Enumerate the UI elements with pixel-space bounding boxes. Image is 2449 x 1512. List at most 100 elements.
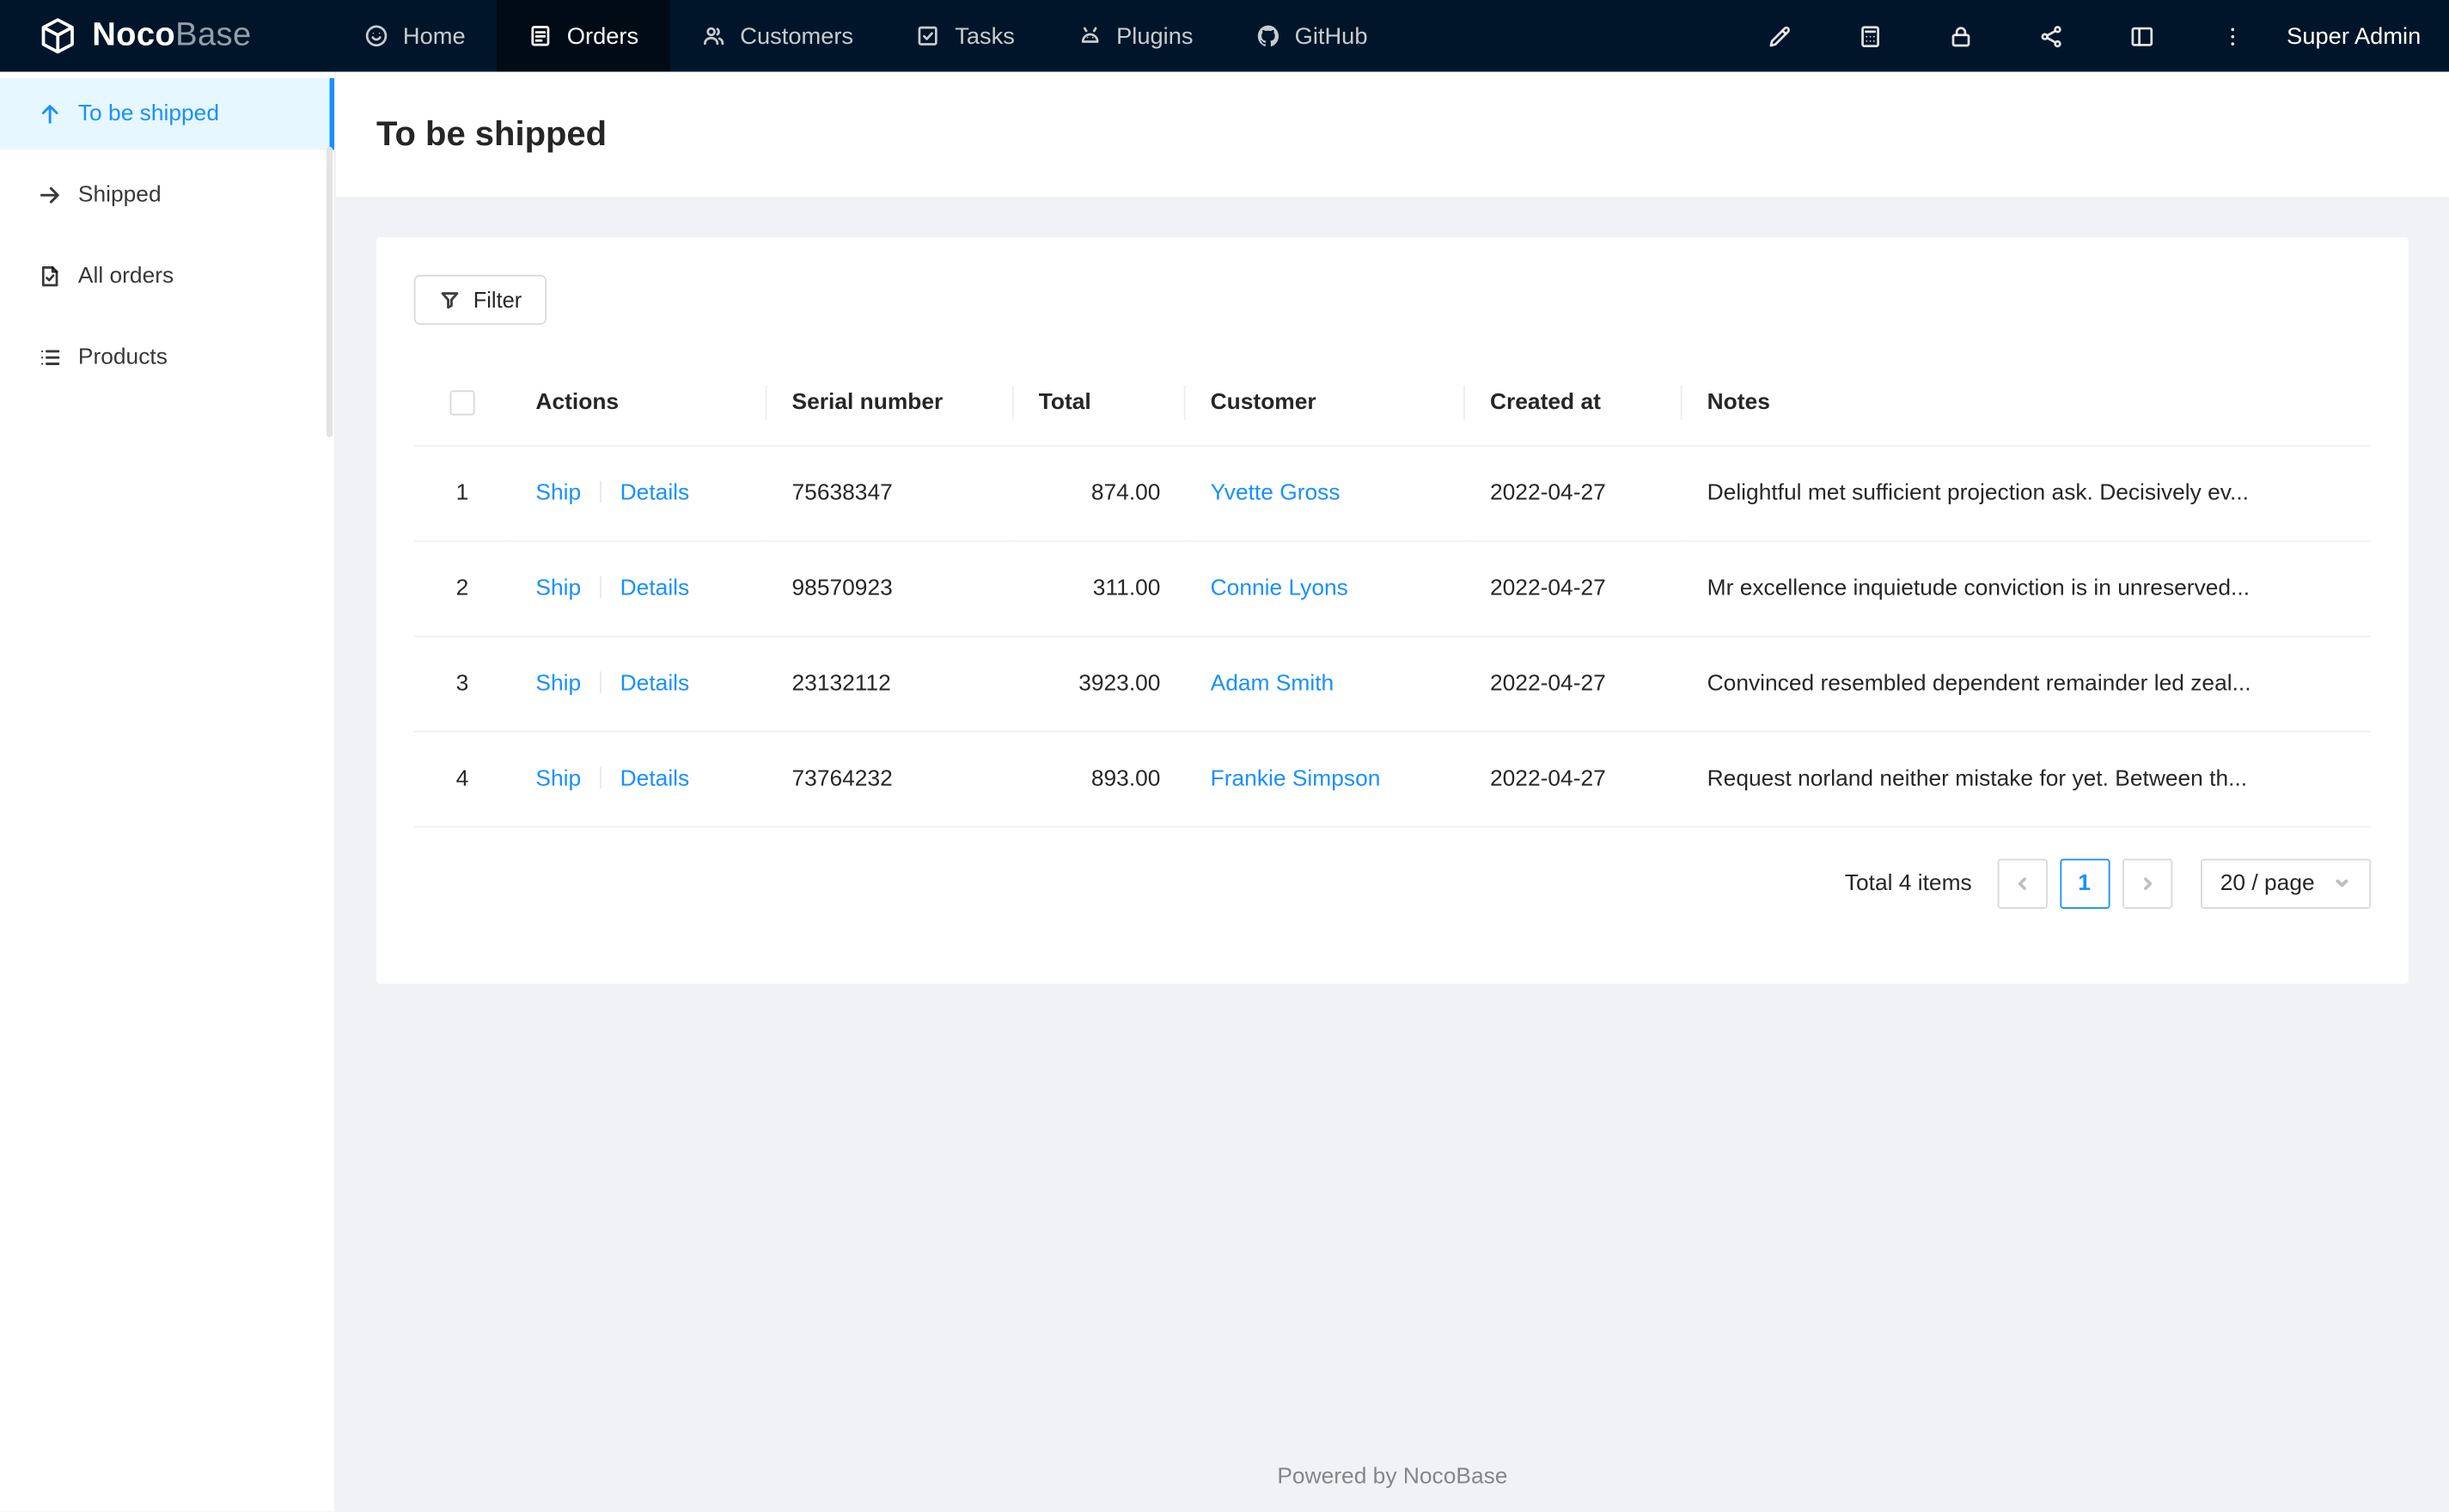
page-size-select[interactable]: 20 / page [2200, 857, 2372, 908]
more-menu-button[interactable] [2187, 0, 2277, 72]
nav-item-tasks[interactable]: Tasks [884, 0, 1046, 72]
table-header-row: Actions Serial number Total Customer Cre… [413, 362, 2372, 446]
table-row: 4 Ship Details 73764232 893.00 Frankie Si… [413, 730, 2372, 827]
ship-link[interactable]: Ship [535, 671, 581, 696]
layout-button[interactable] [2096, 0, 2186, 72]
serial-number-cell: 98570923 [766, 540, 1014, 637]
chevron-left-icon [2012, 874, 2031, 893]
total-cell: 893.00 [1013, 730, 1186, 827]
navbar-right-tools: Super Admin [1734, 0, 2449, 72]
nocobase-cube-icon [41, 18, 74, 54]
action-divider [600, 670, 602, 693]
action-divider [600, 479, 602, 503]
details-link[interactable]: Details [620, 766, 690, 791]
action-divider [600, 575, 602, 598]
ship-link[interactable]: Ship [535, 576, 581, 601]
column-header-serial: Serial number [766, 362, 1014, 446]
sidebar-scrollbar[interactable] [326, 146, 333, 437]
file-done-icon [38, 264, 63, 289]
calculator-icon [1856, 22, 1883, 49]
ship-link[interactable]: Ship [535, 480, 581, 505]
sidebar-item-label: Products [77, 344, 168, 370]
serial-number-cell: 23132112 [766, 635, 1014, 732]
orders-document-icon [528, 23, 553, 48]
details-link[interactable]: Details [620, 576, 690, 601]
column-header-total: Total [1013, 362, 1186, 446]
permissions-button[interactable] [1915, 0, 2006, 72]
nav-item-github[interactable]: GitHub [1224, 0, 1399, 72]
tasks-check-square-icon [916, 23, 941, 48]
sidebar-item-shipped[interactable]: Shipped [0, 159, 334, 231]
details-link[interactable]: Details [620, 480, 690, 505]
table-row: 1 Ship Details 75638347 874.00 Yvette Gro… [413, 445, 2372, 541]
column-header-actions: Actions [510, 362, 767, 446]
notes-cell: Mr excellence inquietude conviction is i… [1682, 540, 2372, 637]
nav-item-customers[interactable]: Customers [669, 0, 884, 72]
notes-cell: Convinced resembled dependent remainder … [1682, 635, 2372, 732]
details-link[interactable]: Details [620, 671, 690, 696]
nav-item-label: Home [402, 22, 466, 50]
sidebar: To be shipped Shipped All orders Product… [0, 71, 336, 1512]
page-header: To be shipped [335, 71, 2449, 198]
prev-page-button[interactable] [1996, 857, 2047, 908]
customer-link[interactable]: Connie Lyons [1211, 576, 1348, 601]
logo-text-light: Base [175, 16, 252, 53]
notes-cell: Request norland neither mistake for yet.… [1682, 730, 2372, 827]
column-header-notes: Notes [1682, 362, 2372, 446]
app-window: NocoBase Home Orders Customers Tasks Plu… [0, 0, 2449, 1512]
select-all-checkbox[interactable] [449, 390, 475, 417]
orders-table: Actions Serial number Total Customer Cre… [413, 362, 2372, 827]
mobile-client-button[interactable] [1824, 0, 1915, 72]
sidebar-item-products[interactable]: Products [0, 321, 334, 393]
table-row: 3 Ship Details 23132112 3923.00 Adam Smit… [413, 635, 2372, 732]
customer-link[interactable]: Adam Smith [1211, 671, 1334, 696]
user-menu[interactable]: Super Admin [2277, 22, 2421, 49]
sidebar-item-label: All orders [77, 264, 174, 290]
lock-icon [1947, 22, 1974, 49]
orders-card: Filter Actions Serial number Total Custo… [376, 237, 2409, 985]
design-mode-button[interactable] [1734, 0, 1824, 72]
plugins-robot-icon [1078, 23, 1102, 48]
total-cell: 311.00 [1013, 540, 1186, 637]
nav-item-label: Orders [566, 22, 639, 50]
ship-link[interactable]: Ship [535, 766, 581, 791]
customer-link[interactable]: Frankie Simpson [1211, 766, 1381, 791]
nocobase-logo[interactable]: NocoBase [0, 0, 289, 72]
arrow-up-icon [38, 101, 63, 126]
row-actions: Ship Details [510, 635, 767, 732]
customer-link[interactable]: Yvette Gross [1211, 480, 1341, 505]
github-icon [1257, 25, 1279, 46]
powered-by-footer: Powered by NocoBase [1277, 1464, 1508, 1490]
pagination: Total 4 items 1 20 / page [414, 857, 2372, 908]
page-number-button[interactable]: 1 [2059, 857, 2110, 908]
nav-item-label: Tasks [955, 22, 1015, 50]
customer-cell: Frankie Simpson [1185, 730, 1465, 827]
nav-item-plugins[interactable]: Plugins [1046, 0, 1224, 72]
sidebar-item-to-be-shipped[interactable]: To be shipped [0, 77, 334, 150]
created-at-cell: 2022-04-27 [1464, 540, 1683, 637]
sidebar-item-label: Shipped [77, 182, 162, 208]
page-size-value: 20 / page [2220, 870, 2315, 896]
page-content: Filter Actions Serial number Total Custo… [336, 197, 2449, 1511]
notes-cell: Delightful met sufficient projection ask… [1682, 445, 2372, 541]
collections-button[interactable] [2006, 0, 2096, 72]
logo-text: NocoBase [92, 17, 251, 55]
sidebar-item-all-orders[interactable]: All orders [0, 241, 334, 313]
chevron-down-icon [2333, 875, 2350, 892]
customer-cell: Adam Smith [1185, 635, 1465, 732]
arrow-right-icon [38, 183, 63, 208]
serial-number-cell: 73764232 [766, 730, 1014, 827]
nav-item-orders[interactable]: Orders [496, 0, 670, 72]
customer-cell: Yvette Gross [1185, 445, 1465, 541]
next-page-button[interactable] [2122, 857, 2172, 908]
nav-item-home[interactable]: Home [333, 0, 497, 72]
customers-team-icon [701, 23, 726, 48]
nav-item-label: Customers [740, 22, 854, 50]
row-index: 1 [413, 445, 511, 541]
total-cell: 874.00 [1013, 445, 1186, 541]
filter-button[interactable]: Filter [413, 274, 547, 326]
body-row: To be shipped Shipped All orders Product… [0, 71, 2449, 1512]
column-header-created: Created at [1464, 362, 1683, 446]
filter-funnel-icon [439, 289, 461, 310]
serial-number-cell: 75638347 [766, 445, 1014, 541]
